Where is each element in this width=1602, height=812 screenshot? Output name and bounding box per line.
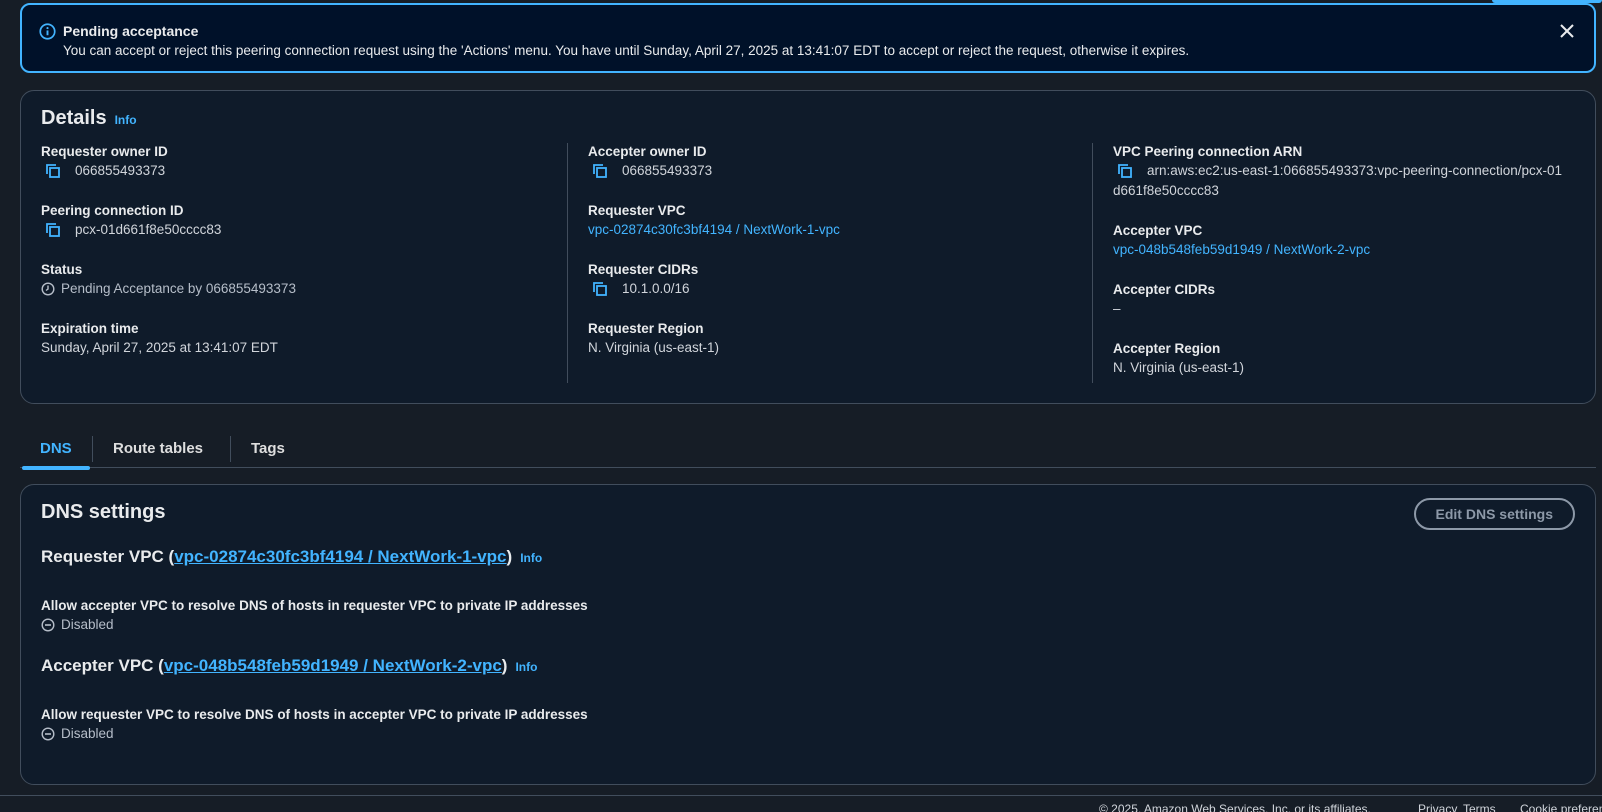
vpc-peering-arn-label: VPC Peering connection ARN bbox=[1113, 144, 1303, 159]
status-value: Pending Acceptance by 066855493373 bbox=[61, 281, 296, 296]
close-icon[interactable] bbox=[1556, 20, 1578, 42]
expiration-time-label: Expiration time bbox=[41, 321, 139, 336]
tab-bar: DNS Route tables Tags bbox=[20, 428, 1596, 470]
accepter-region-value: N. Virginia (us-east-1) bbox=[1113, 360, 1245, 375]
requester-dns-setting-label: Allow accepter VPC to resolve DNS of hos… bbox=[41, 598, 588, 613]
vpc-peering-arn: VPC Peering connection ARN arn:aws:ec2:u… bbox=[1113, 143, 1563, 201]
banner-title: Pending acceptance bbox=[63, 23, 199, 39]
tab-dns[interactable]: DNS bbox=[20, 428, 92, 470]
status-label: Status bbox=[41, 262, 83, 277]
requester-dns-setting: Allow accepter VPC to resolve DNS of hos… bbox=[41, 597, 588, 635]
requester-vpc-link[interactable]: vpc-02874c30fc3bf4194 / NextWork-1-vpc bbox=[588, 220, 840, 240]
tab-route-tables[interactable]: Route tables bbox=[93, 428, 223, 468]
pending-acceptance-banner: Pending acceptance You can accept or rej… bbox=[20, 3, 1596, 73]
accepter-dns-setting-label: Allow requester VPC to resolve DNS of ho… bbox=[41, 707, 588, 722]
disabled-icon bbox=[41, 618, 55, 632]
details-info-link[interactable]: Info bbox=[115, 113, 137, 127]
peering-connection-id: Peering connection ID pcx-01d661f8e50ccc… bbox=[41, 202, 296, 240]
requester-region-label: Requester Region bbox=[588, 321, 704, 336]
expiration-time-value: Sunday, April 27, 2025 at 13:41:07 EDT bbox=[41, 340, 278, 355]
requester-region-value: N. Virginia (us-east-1) bbox=[588, 340, 720, 355]
details-panel: Details Info Requester owner ID 066855493… bbox=[20, 90, 1596, 404]
requester-vpc: Requester VPC vpc-02874c30fc3bf4194 / Ne… bbox=[588, 202, 840, 240]
dns-settings-panel: DNS settings Edit DNS settings Requester… bbox=[20, 484, 1596, 785]
info-icon bbox=[39, 23, 56, 40]
banner-message: You can accept or reject this peering co… bbox=[63, 43, 1190, 58]
vpc-peering-arn-value: arn:aws:ec2:us-east-1:066855493373:vpc-p… bbox=[1113, 163, 1563, 198]
footer-copyright: © 2025, Amazon Web Services, Inc. or its… bbox=[1099, 802, 1371, 812]
copy-icon[interactable] bbox=[592, 281, 608, 297]
requester-vpc-heading: Requester VPC (vpc-02874c30fc3bf4194 / N… bbox=[41, 547, 542, 567]
requester-owner-id-value: 066855493373 bbox=[75, 163, 166, 178]
requester-cidrs: Requester CIDRs 10.1.0.0/16 bbox=[588, 261, 840, 299]
peering-connection-id-value: pcx-01d661f8e50cccc83 bbox=[75, 222, 222, 237]
accepter-dns-setting-value: Disabled bbox=[61, 726, 114, 741]
accepter-region-label: Accepter Region bbox=[1113, 341, 1221, 356]
tab-tags[interactable]: Tags bbox=[231, 428, 305, 468]
copy-icon[interactable] bbox=[45, 163, 61, 179]
requester-region: Requester Region N. Virginia (us-east-1) bbox=[588, 320, 840, 358]
requester-vpc-heading-suffix: ) bbox=[506, 547, 513, 566]
requester-dns-setting-value: Disabled bbox=[61, 617, 114, 632]
accepter-cidrs-value: – bbox=[1113, 301, 1121, 316]
accepter-cidrs: Accepter CIDRs – bbox=[1113, 281, 1563, 319]
footer-privacy-link[interactable]: Privacy bbox=[1418, 802, 1457, 812]
accepter-cidrs-label: Accepter CIDRs bbox=[1113, 282, 1216, 297]
edit-dns-settings-button[interactable]: Edit DNS settings bbox=[1413, 498, 1575, 530]
requester-cidrs-label: Requester CIDRs bbox=[588, 262, 699, 277]
details-heading: Details bbox=[41, 107, 107, 129]
expiration-time: Expiration time Sunday, April 27, 2025 a… bbox=[41, 320, 296, 358]
accepter-dns-setting: Allow requester VPC to resolve DNS of ho… bbox=[41, 706, 588, 744]
requester-cidrs-value: 10.1.0.0/16 bbox=[622, 281, 690, 296]
accepter-vpc-heading-suffix: ) bbox=[501, 656, 508, 675]
accepter-owner-id-label: Accepter owner ID bbox=[588, 144, 707, 159]
footer-cookie-link[interactable]: Cookie preferen bbox=[1520, 802, 1602, 812]
requester-vpc-heading-link[interactable]: vpc-02874c30fc3bf4194 / NextWork-1-vpc bbox=[174, 547, 506, 566]
details-title: Details Info bbox=[41, 107, 137, 130]
accepter-vpc-heading-prefix: Accepter VPC ( bbox=[41, 656, 164, 675]
requester-owner-id: Requester owner ID 066855493373 bbox=[41, 143, 296, 181]
disabled-icon bbox=[41, 727, 55, 741]
peering-connection-id-label: Peering connection ID bbox=[41, 203, 184, 218]
accepter-vpc: Accepter VPC vpc-048b548feb59d1949 / Nex… bbox=[1113, 222, 1563, 260]
accepter-vpc-info-link[interactable]: Info bbox=[515, 660, 537, 674]
details-column-3: VPC Peering connection ARN arn:aws:ec2:u… bbox=[1092, 143, 1563, 383]
status: Status Pending Acceptance by 06685549337… bbox=[41, 261, 296, 299]
accepter-owner-id: Accepter owner ID 066855493373 bbox=[588, 143, 840, 181]
requester-vpc-heading-prefix: Requester VPC ( bbox=[41, 547, 175, 566]
requester-vpc-info-link[interactable]: Info bbox=[520, 551, 542, 565]
accepter-vpc-heading: Accepter VPC (vpc-048b548feb59d1949 / Ne… bbox=[41, 656, 537, 676]
accepter-owner-id-value: 066855493373 bbox=[622, 163, 713, 178]
requester-owner-id-label: Requester owner ID bbox=[41, 144, 168, 159]
dns-settings-title: DNS settings bbox=[41, 501, 166, 523]
copy-icon[interactable] bbox=[45, 222, 61, 238]
clock-icon bbox=[41, 282, 55, 296]
footer-terms-link[interactable]: Terms bbox=[1463, 802, 1496, 812]
details-column-2: Accepter owner ID 066855493373 Requester… bbox=[567, 143, 840, 383]
accepter-vpc-link[interactable]: vpc-048b548feb59d1949 / NextWork-2-vpc bbox=[1113, 240, 1370, 260]
requester-vpc-label: Requester VPC bbox=[588, 203, 686, 218]
accepter-region: Accepter Region N. Virginia (us-east-1) bbox=[1113, 340, 1563, 378]
footer: © 2025, Amazon Web Services, Inc. or its… bbox=[0, 795, 1602, 812]
details-column-1: Requester owner ID 066855493373 Peering … bbox=[41, 143, 296, 379]
copy-icon[interactable] bbox=[592, 163, 608, 179]
accepter-vpc-heading-link[interactable]: vpc-048b548feb59d1949 / NextWork-2-vpc bbox=[164, 656, 502, 675]
accepter-vpc-label: Accepter VPC bbox=[1113, 223, 1203, 238]
